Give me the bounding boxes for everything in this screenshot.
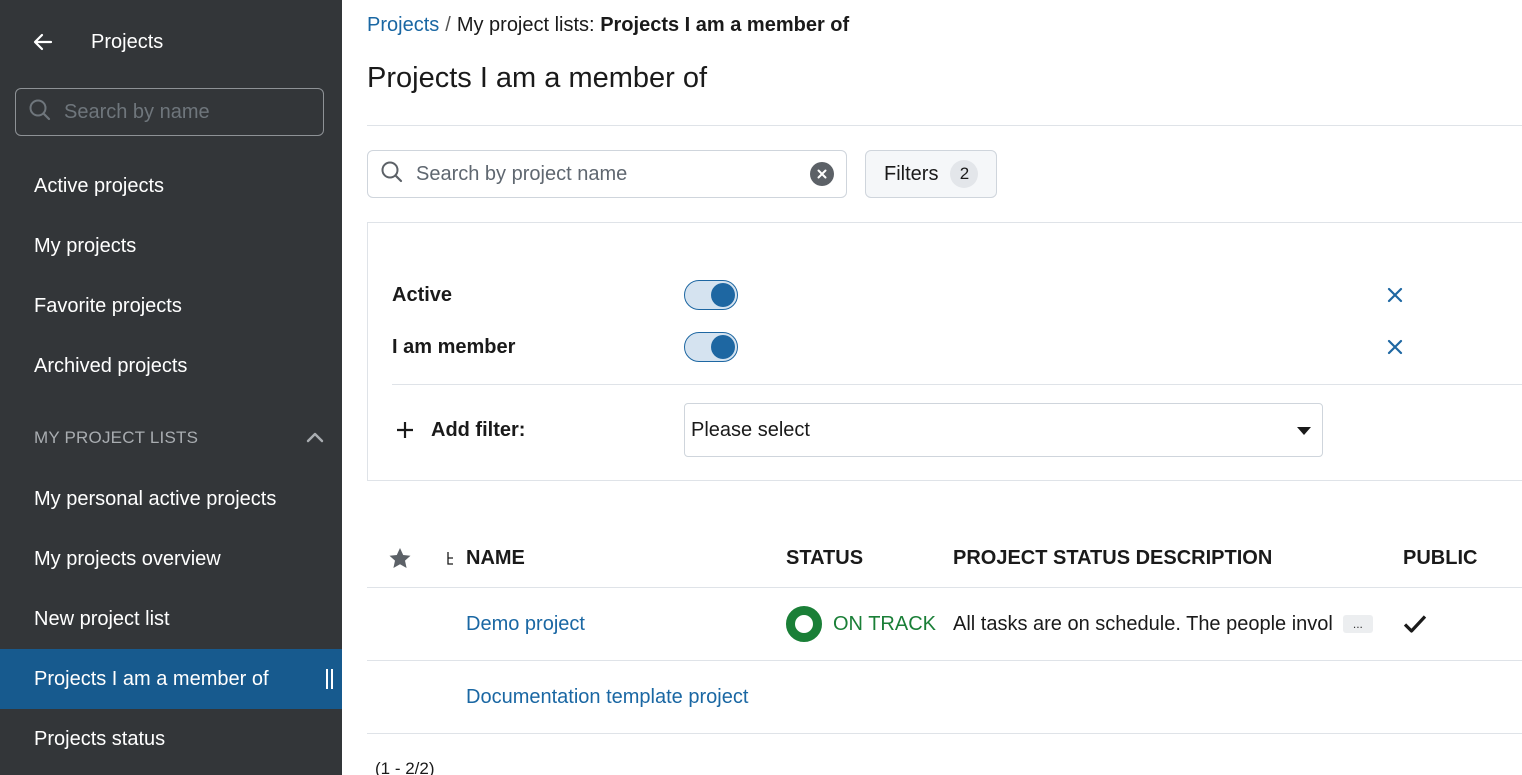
hierarchy-icon[interactable] [433,550,466,566]
remove-filter-member-button[interactable] [1384,336,1406,358]
sidebar: Projects Active projects My projects Fav… [0,0,342,775]
column-header-description[interactable]: PROJECT STATUS DESCRIPTION [953,547,1403,570]
description-cell: All tasks are on schedule. The people in… [953,613,1403,636]
breadcrumb-projects-link[interactable]: Projects [367,14,439,36]
name-cell: Documentation template project [466,686,966,709]
column-header-public[interactable]: PUBLIC [1403,547,1522,570]
project-search[interactable] [367,150,847,198]
breadcrumb: Projects / My project lists: Projects I am… [367,14,1522,40]
add-filter-select[interactable]: Please select [684,403,1323,457]
breadcrumb-separator: / [445,14,451,36]
filter-row-active: Active [392,280,1522,310]
column-header-status[interactable]: STATUS [786,547,953,570]
title-divider [367,125,1522,126]
sidebar-item-favorite-projects[interactable]: Favorite projects [0,276,342,336]
filters-button[interactable]: Filters 2 [865,150,998,198]
table-row: Documentation template project [367,661,1522,734]
sidebar-item-label: Active projects [34,174,165,197]
breadcrumb-middle: My project lists: [456,14,595,36]
description-text: All tasks are on schedule. The people in… [953,612,1333,635]
sidebar-item-my-personal-active-projects[interactable]: My personal active projects [0,469,342,529]
table-row: Demo project ON TRACK All tasks are on s… [367,588,1522,661]
sidebar-item-label: Archived projects [34,354,188,377]
sidebar-item-projects-status[interactable]: Projects status [0,709,342,769]
sidebar-search-input[interactable] [64,100,304,124]
project-link[interactable]: Demo project [466,613,585,635]
filter-active-toggle[interactable] [684,280,738,310]
filters-count-badge: 2 [950,160,979,188]
sidebar-item-label: Projects I am a member of [34,667,269,690]
search-icon [380,160,404,189]
sidebar-item-my-projects-overview[interactable]: My projects overview [0,529,342,589]
public-cell [1403,614,1522,634]
status-text: ON TRACK [833,612,936,635]
section-label: MY PROJECT LISTS [34,428,199,447]
toolbar: Filters 2 [367,150,1522,198]
toggle-knob [711,335,735,359]
project-link[interactable]: Documentation template project [466,686,748,708]
sidebar-item-projects-i-am-member-of[interactable]: Projects I am a member of [0,649,342,709]
sidebar-item-label: My personal active projects [34,487,277,510]
star-icon [389,548,411,568]
sidebar-item-my-projects[interactable]: My projects [0,216,342,276]
filter-label: Active [392,283,453,306]
sidebar-item-archived-projects[interactable]: Archived projects [0,336,342,396]
table-header: NAME STATUS PROJECT STATUS DESCRIPTION P… [367,529,1522,588]
sidebar-item-new-project-list[interactable]: New project list [0,589,342,649]
close-icon [1387,287,1403,303]
name-cell: Demo project [466,613,786,636]
project-search-input[interactable] [416,162,810,186]
clear-search-button[interactable] [810,162,834,186]
status-on-track-icon [786,606,822,642]
sidebar-search[interactable] [15,88,324,136]
sidebar-header: Projects [0,0,342,84]
close-icon [1387,339,1403,355]
sidebar-resize-handle[interactable] [326,669,334,689]
toggle-knob [711,283,735,307]
sidebar-item-label: My projects [34,234,137,257]
back-arrow-icon[interactable] [32,31,54,53]
filters-label: Filters [884,162,939,185]
sidebar-section-my-project-lists[interactable]: MY PROJECT LISTS [0,407,342,469]
app: Projects Active projects My projects Fav… [0,0,1522,775]
pagination-info: (1 - 2/2) [375,759,435,775]
search-icon [28,98,52,127]
filter-row-i-am-member: I am member [392,332,1522,362]
filter-panel: Active I am member Add filter: Please se… [367,222,1522,481]
sidebar-title: Projects [91,30,164,53]
expand-description-button[interactable]: ... [1342,615,1373,633]
main-content: Projects / My project lists: Projects I am… [342,0,1522,775]
close-icon [817,169,827,179]
filter-divider [392,384,1522,385]
add-filter-text: Add filter: [431,418,526,441]
page-title: Projects I am a member of [367,62,708,94]
checkmark-icon [1403,615,1427,633]
chevron-up-icon[interactable] [306,428,324,448]
sidebar-item-label: New project list [34,607,170,630]
filter-member-toggle[interactable] [684,332,738,362]
add-filter-label: Add filter: [392,419,684,442]
sidebar-menu: Active projects My projects Favorite pro… [0,156,342,769]
remove-filter-active-button[interactable] [1384,284,1406,306]
sidebar-item-label: Favorite projects [34,294,182,317]
breadcrumb-current: Projects I am a member of [600,14,850,36]
column-header-name[interactable]: NAME [466,547,786,570]
favorite-column-header[interactable] [367,547,433,569]
projects-table: NAME STATUS PROJECT STATUS DESCRIPTION P… [367,529,1522,734]
status-cell: ON TRACK [786,606,953,642]
sidebar-item-label: My projects overview [34,547,221,570]
sidebar-item-label: Projects status [34,727,166,750]
filter-label: I am member [392,335,516,358]
caret-down-icon [1296,419,1312,442]
plus-icon [392,421,418,439]
select-value: Please select [691,418,810,441]
sidebar-item-active-projects[interactable]: Active projects [0,156,342,216]
add-filter-row: Add filter: Please select [392,403,1323,457]
